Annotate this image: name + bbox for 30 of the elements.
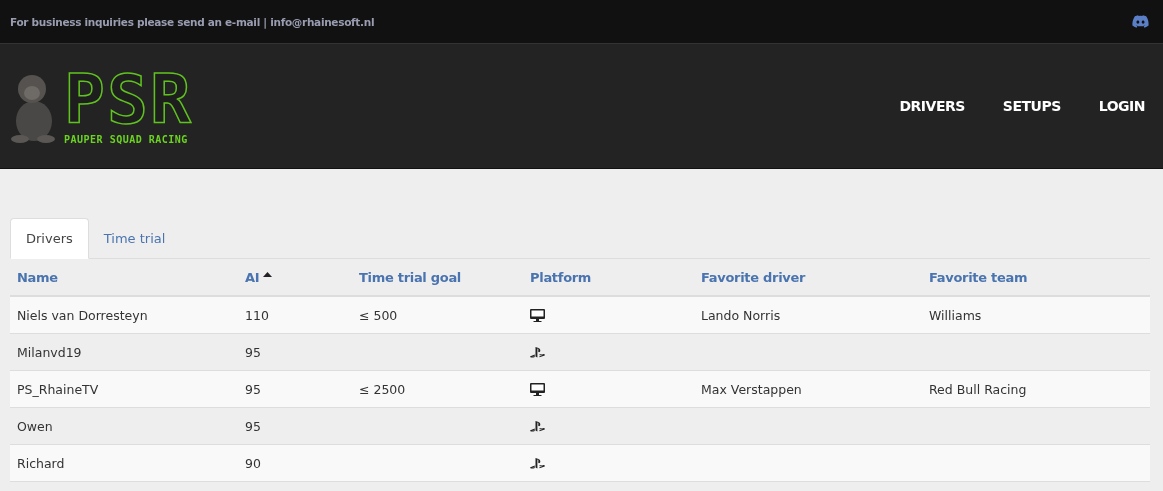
business-notice: For business inquiries please send an e-mail | info@rhainesoft.nl <box>10 15 375 28</box>
column-header[interactable]: Favorite driver <box>701 269 806 285</box>
table-cell: PS_RhaineTV <box>17 381 99 397</box>
table-cell: Milanvd19 <box>17 344 82 360</box>
table-cell: Red Bull Racing <box>929 381 1027 397</box>
table-cell: 95 <box>245 344 261 360</box>
tab[interactable]: Drivers <box>10 218 89 259</box>
column-header[interactable]: Time trial goal <box>359 269 461 285</box>
table-cell: Williams <box>929 307 982 323</box>
nav-link[interactable]: LOGIN <box>1098 98 1145 114</box>
table-cell: ≤ 2500 <box>359 381 406 397</box>
column-header[interactable]: Name <box>17 269 58 285</box>
table-cell: Richard <box>17 455 65 471</box>
table-cell: 90 <box>245 455 261 471</box>
table-cell: 95 <box>245 418 261 434</box>
table-cell: 95 <box>245 381 261 397</box>
column-header[interactable]: Favorite team <box>929 269 1028 285</box>
table-cell: Max Verstappen <box>701 381 802 397</box>
table-cell: Lando Norris <box>701 307 781 323</box>
table-cell: Owen <box>17 418 53 434</box>
column-header[interactable]: Platform <box>530 269 592 285</box>
nav-link[interactable]: DRIVERS <box>899 98 965 114</box>
logo-letters: PSR <box>64 67 193 132</box>
nav-link[interactable]: SETUPS <box>1002 98 1061 114</box>
table-cell: 110 <box>245 307 269 323</box>
table-cell: Niels van Dorresteyn <box>17 307 148 323</box>
table-cell: ≤ 500 <box>359 307 398 323</box>
logo-tagline: PAUPER SQUAD RACING <box>64 133 188 145</box>
column-header[interactable]: AI <box>245 269 260 285</box>
tab[interactable]: Time trial <box>88 218 181 259</box>
